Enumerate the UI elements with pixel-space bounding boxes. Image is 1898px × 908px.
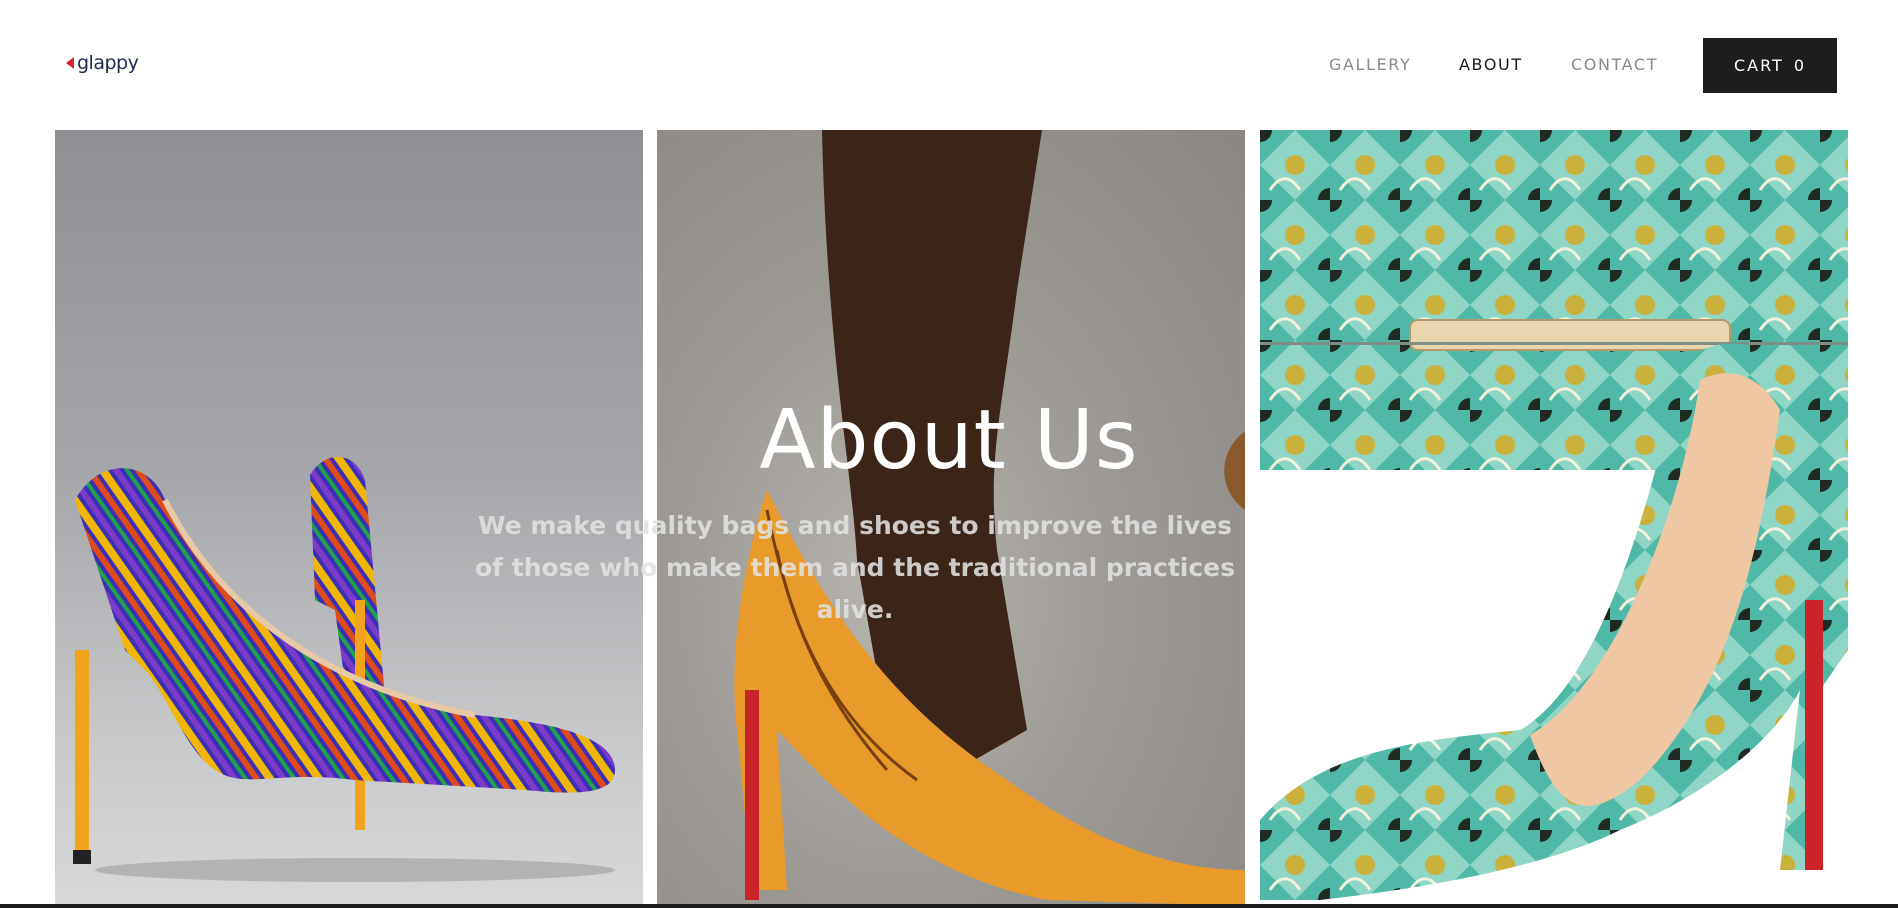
nav-gallery-link[interactable]: GALLERY [1329, 55, 1411, 74]
brand-name: glappy [77, 52, 139, 74]
cart-button[interactable]: CART 0 [1703, 38, 1837, 93]
site-header: glappy GALLERY ABOUT CONTACT CART 0 [0, 0, 1898, 130]
cart-label: CART [1733, 56, 1784, 75]
cart-count: 0 [1793, 56, 1807, 75]
hero-subtitle: We make quality bags and shoes to improv… [475, 511, 1235, 624]
brand-logo[interactable]: glappy [66, 52, 139, 74]
bottom-divider [0, 904, 1898, 908]
clutch-pump-illustration [1260, 130, 1848, 900]
hero-image-snakeprint-clutch [1260, 130, 1848, 905]
hero-title: About Us [759, 393, 1139, 488]
nav-contact-link[interactable]: CONTACT [1571, 55, 1658, 74]
nav-about-link[interactable]: ABOUT [1459, 55, 1523, 74]
brand-mark-icon [66, 57, 74, 69]
